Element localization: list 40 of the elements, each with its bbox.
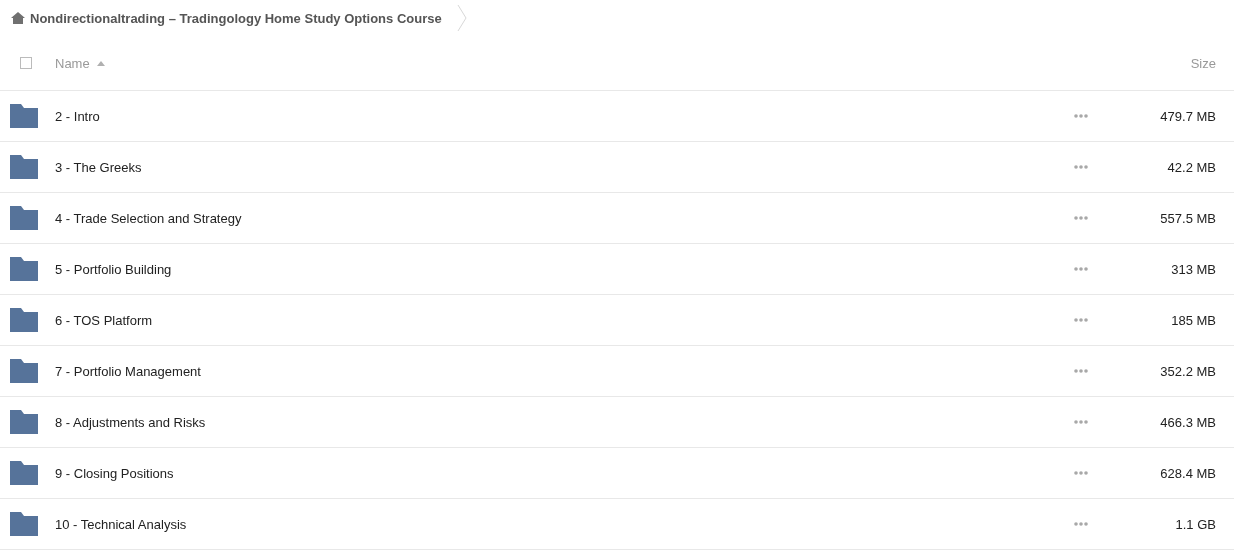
folder-name[interactable]: 7 - Portfolio Management <box>55 363 1074 379</box>
folder-icon <box>10 308 38 332</box>
more-icon[interactable] <box>1074 471 1088 475</box>
folder-size: 466.3 MB <box>1159 414 1216 430</box>
folder-name[interactable]: 5 - Portfolio Building <box>55 261 1074 277</box>
folder-icon <box>10 359 38 383</box>
more-icon[interactable] <box>1074 369 1088 373</box>
folder-name[interactable]: 4 - Trade Selection and Strategy <box>55 210 1074 226</box>
folder-name[interactable]: 6 - TOS Platform <box>55 312 1074 328</box>
more-icon[interactable] <box>1074 114 1088 118</box>
folder-size: 557.5 MB <box>1159 210 1216 226</box>
more-icon[interactable] <box>1074 216 1088 220</box>
folder-icon <box>10 410 38 434</box>
folder-name[interactable]: 9 - Closing Positions <box>55 465 1074 481</box>
more-icon[interactable] <box>1074 165 1088 169</box>
folder-icon <box>10 206 38 230</box>
more-icon[interactable] <box>1074 267 1088 271</box>
home-icon[interactable] <box>11 12 25 24</box>
folder-name[interactable]: 8 - Adjustments and Risks <box>55 414 1074 430</box>
folder-icon <box>10 155 38 179</box>
folder-icon <box>10 512 38 536</box>
folder-size: 479.7 MB <box>1159 108 1216 124</box>
folder-size: 352.2 MB <box>1159 363 1216 379</box>
folder-name[interactable]: 3 - The Greeks <box>55 159 1074 175</box>
more-icon[interactable] <box>1074 522 1088 526</box>
more-icon[interactable] <box>1074 420 1088 424</box>
select-all-checkbox[interactable] <box>20 57 32 69</box>
folder-icon <box>10 104 38 128</box>
folder-size: 185 MB <box>1170 312 1216 328</box>
folder-icon <box>10 257 38 281</box>
folder-size: 628.4 MB <box>1159 465 1216 481</box>
breadcrumb-folder[interactable]: Nondirectionaltrading – Tradingology Home Study Options Course <box>30 10 442 26</box>
chevron-icon <box>456 4 467 32</box>
folder-name[interactable]: 10 - Technical Analysis <box>55 516 1074 532</box>
folder-size: 313 MB <box>1170 261 1216 277</box>
folder-name[interactable]: 2 - Intro <box>55 108 1074 124</box>
folder-size: 42.2 MB <box>1166 159 1216 175</box>
folder-size: 1.1 GB <box>1174 516 1216 532</box>
folder-icon <box>10 461 38 485</box>
more-icon[interactable] <box>1074 318 1088 322</box>
